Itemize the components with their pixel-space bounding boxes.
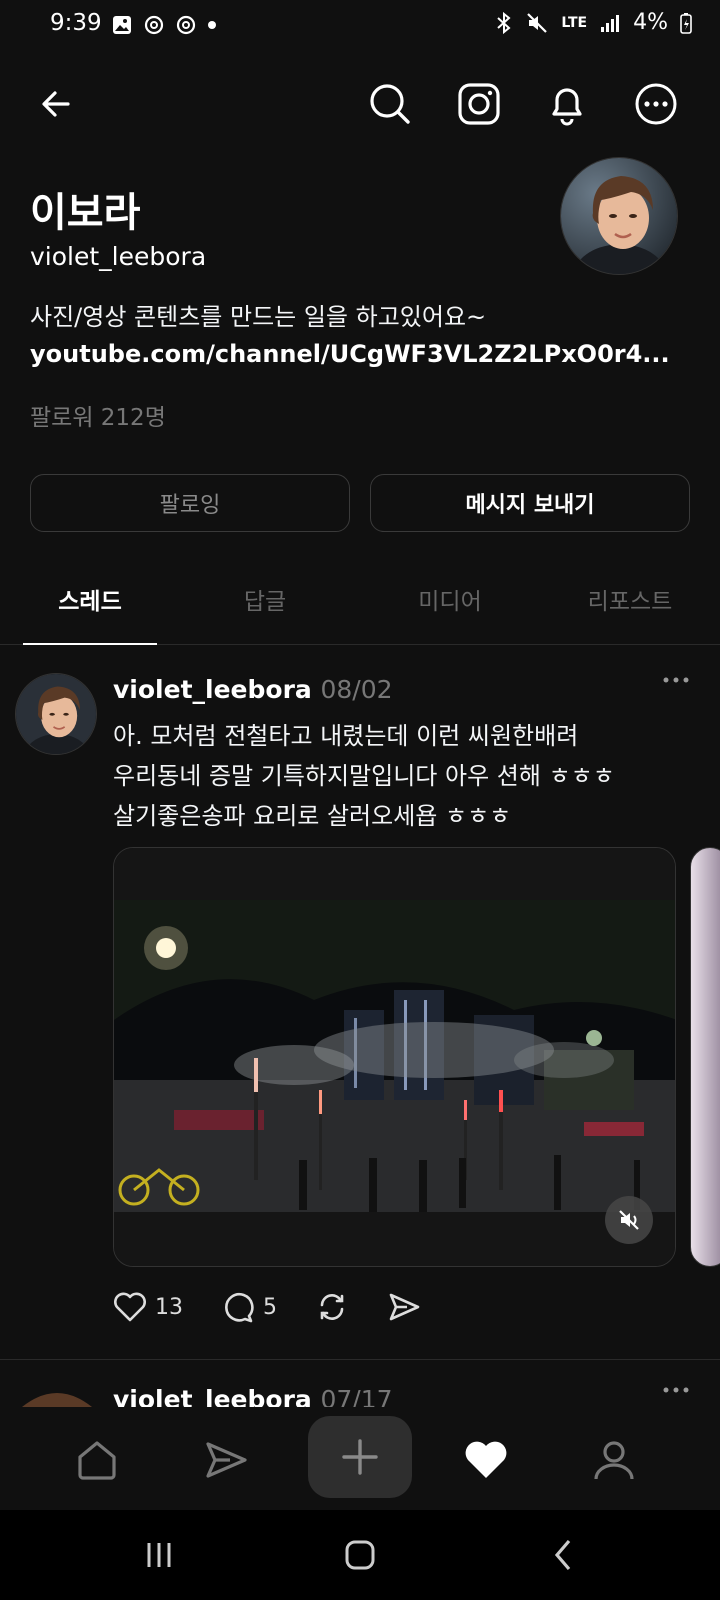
gallery-icon — [111, 14, 133, 36]
post-more-button[interactable] — [662, 675, 690, 685]
mute-icon — [525, 11, 549, 35]
chevron-left-icon — [551, 1539, 575, 1571]
back-arrow-icon — [38, 86, 74, 122]
compose-plus-icon — [340, 1437, 380, 1477]
post-text-line: 아. 모처럼 전철타고 내렸는데 이런 씨원한배려 — [113, 722, 579, 750]
status-right: LTE 4% — [495, 10, 692, 35]
profile-icon — [591, 1437, 637, 1483]
notifications-button[interactable] — [543, 80, 591, 128]
home-icon — [74, 1437, 120, 1483]
lte-icon: LTE — [561, 14, 588, 31]
more-icon — [634, 82, 678, 126]
mute-toggle-button[interactable] — [605, 1196, 653, 1244]
nav-profile[interactable] — [584, 1430, 644, 1490]
tab-replies[interactable]: 답글 — [205, 582, 325, 616]
nav-home[interactable] — [67, 1430, 127, 1490]
post-text: 아. 모처럼 전철타고 내렸는데 이런 씨원한배려 우리동네 증말 기특하지말입… — [113, 716, 693, 836]
recent-apps-button[interactable] — [134, 1535, 184, 1575]
like-button[interactable]: 13 — [113, 1291, 183, 1323]
profile-avatar[interactable] — [560, 157, 678, 275]
repost-button[interactable] — [315, 1290, 349, 1324]
nav-activity[interactable] — [456, 1430, 516, 1490]
post-video[interactable] — [113, 847, 676, 1267]
tab-media[interactable]: 미디어 — [380, 582, 520, 616]
status-left-icons — [111, 14, 217, 36]
tab-threads[interactable]: 스레드 — [30, 582, 150, 616]
heart-outline-icon — [113, 1291, 147, 1323]
followers-count[interactable]: 팔로워 212명 — [30, 398, 166, 432]
bluetooth-icon — [495, 11, 513, 35]
home-square-icon — [345, 1540, 375, 1570]
post-header: violet_leebora 08/02 — [113, 675, 393, 704]
heart-icon — [463, 1438, 509, 1482]
comment-icon — [221, 1290, 255, 1324]
comment-count: 5 — [263, 1294, 277, 1320]
back-system-button[interactable] — [538, 1535, 588, 1575]
post-more-button[interactable] — [662, 1385, 690, 1395]
more-horizontal-icon — [662, 675, 690, 685]
profile-link[interactable]: youtube.com/channel/UCgWF3VL2Z2LPxO0r4..… — [30, 340, 670, 368]
post-avatar[interactable] — [15, 673, 97, 755]
battery-text: 4% — [633, 10, 668, 35]
tab-reposts[interactable]: 리포스트 — [560, 582, 700, 616]
threads-icon — [143, 14, 165, 36]
profile-name: 이보라 — [30, 190, 141, 236]
compose-button[interactable] — [308, 1416, 412, 1498]
following-button[interactable]: 팔로잉 — [30, 474, 350, 532]
post-date: 07/17 — [320, 1385, 393, 1407]
send-message-button[interactable]: 메시지 보내기 — [370, 474, 690, 532]
profile-handle: violet_leebora — [30, 242, 207, 271]
battery-icon — [680, 12, 692, 34]
recent-apps-icon — [144, 1541, 174, 1569]
post-divider — [0, 1359, 720, 1360]
active-tab-indicator — [23, 643, 157, 645]
search-icon — [368, 82, 412, 126]
profile-bio: 사진/영상 콘텐츠를 만드는 일을 하고있어요~ — [30, 303, 487, 331]
post-text-line: 살기좋은송파 요리로 살러오세욥 ㅎㅎㅎ — [113, 802, 512, 830]
post-text-line: 우리동네 증말 기특하지말입니다 아우 션해 ㅎㅎㅎ — [113, 762, 615, 790]
instagram-icon — [457, 82, 501, 126]
home-system-button[interactable] — [335, 1535, 385, 1575]
send-icon — [387, 1290, 421, 1324]
signal-icon — [599, 12, 621, 34]
post-actions: 13 5 — [113, 1290, 459, 1324]
nav-send[interactable] — [196, 1430, 256, 1490]
send-icon — [203, 1437, 249, 1483]
comment-button[interactable]: 5 — [221, 1290, 277, 1324]
post-media-next[interactable] — [690, 847, 720, 1267]
volume-off-icon — [616, 1207, 642, 1233]
instagram-button[interactable] — [455, 80, 503, 128]
post-date: 08/02 — [320, 675, 393, 704]
like-count: 13 — [155, 1294, 183, 1320]
post-header: violet_leebora 07/17 — [113, 1385, 393, 1407]
status-time: 9:39 — [50, 10, 102, 36]
repost-icon — [315, 1290, 349, 1324]
more-horizontal-icon — [662, 1385, 690, 1395]
back-button[interactable] — [32, 80, 80, 128]
share-button[interactable] — [387, 1290, 421, 1324]
post-avatar[interactable] — [22, 1387, 92, 1407]
threads-icon — [175, 14, 197, 36]
bell-icon — [545, 82, 589, 126]
dot-icon — [207, 14, 217, 36]
search-button[interactable] — [366, 80, 414, 128]
post-username[interactable]: violet_leebora — [113, 1385, 312, 1407]
post-username[interactable]: violet_leebora — [113, 675, 312, 704]
more-options-button[interactable] — [632, 80, 680, 128]
